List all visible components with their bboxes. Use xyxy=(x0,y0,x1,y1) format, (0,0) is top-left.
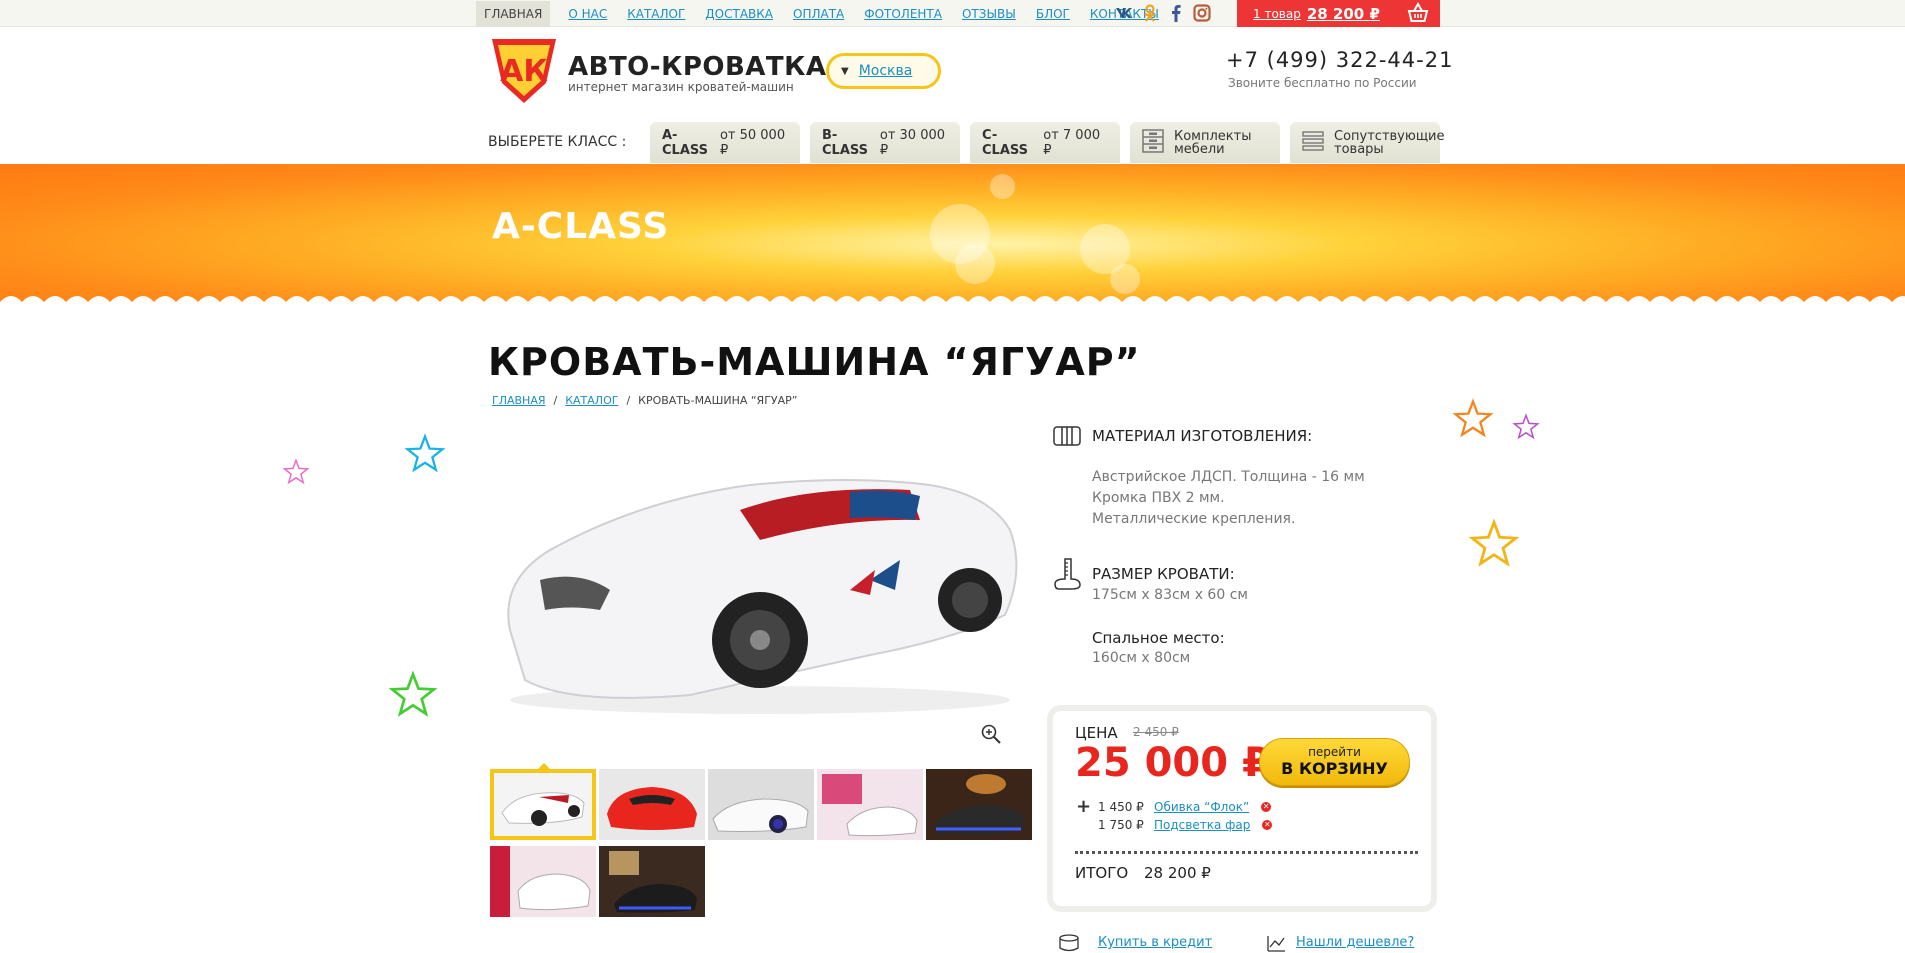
facebook-icon[interactable] xyxy=(1167,4,1185,22)
thumbnail[interactable] xyxy=(926,769,1032,840)
option-link[interactable]: Обивка “Флок” xyxy=(1154,800,1249,814)
star-icon xyxy=(404,433,446,473)
odnoklassniki-icon[interactable] xyxy=(1141,4,1159,22)
option-price: 1 750 ₽ xyxy=(1098,818,1144,832)
class-label: ВЫБЕРЕТЕ КЛАСС : xyxy=(488,134,627,150)
tab-b-class-price: от 30 000 ₽ xyxy=(879,127,946,158)
thumbnail[interactable] xyxy=(490,769,596,840)
star-icon xyxy=(1512,413,1540,440)
option-row: 1 750 ₽ Подсветка фар ✕ xyxy=(1076,818,1273,832)
thumbnail[interactable] xyxy=(599,846,705,917)
cart-summary[interactable]: 1 товар 28 200 ₽ xyxy=(1237,0,1440,27)
sleep-heading: Спальное место: xyxy=(1092,629,1225,647)
nav-item-reviews[interactable]: ОТЗЫВЫ xyxy=(962,7,1016,21)
found-cheaper-link[interactable]: Нашли дешевле? xyxy=(1296,935,1414,950)
star-icon xyxy=(388,670,438,717)
plus-icon: + xyxy=(1076,796,1092,817)
material-line: Кромка ПВХ 2 мм. xyxy=(1092,490,1225,506)
breadcrumb-catalog[interactable]: КАТАЛОГ xyxy=(565,394,618,407)
thumbnail[interactable] xyxy=(490,846,596,917)
breadcrumb: ГЛАВНАЯ / КАТАЛОГ / КРОВАТЬ-МАШИНА “ЯГУА… xyxy=(492,394,798,407)
breadcrumb-home[interactable]: ГЛАВНАЯ xyxy=(492,394,546,407)
remove-icon[interactable]: ✕ xyxy=(1261,801,1272,812)
go-to-cart-button[interactable]: перейти В КОРЗИНУ xyxy=(1259,738,1410,786)
chart-icon xyxy=(1266,934,1286,953)
material-heading: МАТЕРИАЛ ИЗГОТОВЛЕНИЯ: xyxy=(1092,427,1313,445)
tab-a-class[interactable]: A-CLASS от 50 000 ₽ xyxy=(650,122,800,163)
total-value: 28 200 ₽ xyxy=(1144,864,1211,882)
thumbnail[interactable] xyxy=(708,769,814,840)
nav-item-photofeed[interactable]: ФОТОЛЕНТА xyxy=(864,7,942,21)
size-heading: РАЗМЕР КРОВАТИ: xyxy=(1092,565,1235,583)
phone-number[interactable]: +7 (499) 322-44-21 xyxy=(1226,48,1453,72)
option-price: 1 450 ₽ xyxy=(1098,799,1144,814)
brand-name: АВТО-КРОВАТКА xyxy=(568,52,827,82)
basket-icon[interactable] xyxy=(1406,1,1430,28)
product-main-image[interactable] xyxy=(490,440,1030,730)
size-value: 175см х 83см х 60 см xyxy=(1092,587,1248,603)
cart-sum[interactable]: 28 200 ₽ xyxy=(1307,5,1380,23)
tab-b-class[interactable]: B-CLASS от 30 000 ₽ xyxy=(810,122,960,163)
banner-title: A-CLASS xyxy=(492,206,670,247)
cart-button-line2: В КОРЗИНУ xyxy=(1281,759,1388,778)
zoom-icon[interactable] xyxy=(980,723,1002,749)
social-links xyxy=(1115,4,1211,22)
ruler-icon xyxy=(1053,557,1083,595)
cart-button-line1: перейти xyxy=(1308,745,1361,759)
vk-icon[interactable] xyxy=(1115,4,1133,22)
remove-icon[interactable]: ✕ xyxy=(1262,820,1273,830)
product-title: КРОВАТЬ-МАШИНА “ЯГУАР” xyxy=(488,340,1141,384)
instagram-icon[interactable] xyxy=(1193,4,1211,22)
tab-c-class-price: от 7 000 ₽ xyxy=(1043,127,1101,158)
tab-furniture-sets[interactable]: Комплекты мебели xyxy=(1130,122,1280,163)
tab-a-class-name: A-CLASS xyxy=(662,127,709,158)
thumbnail[interactable] xyxy=(599,769,705,840)
site-logo[interactable]: АК xyxy=(488,37,560,109)
option-row: + 1 450 ₽ Обивка “Флок” ✕ xyxy=(1076,796,1272,817)
chevron-down-icon: ▼ xyxy=(841,65,849,77)
phone-note: Звоните бесплатно по России xyxy=(1228,76,1417,90)
coins-icon xyxy=(1058,934,1080,953)
logo-letters: АК xyxy=(500,54,548,89)
tab-c-class-name: C-CLASS xyxy=(982,127,1029,158)
nav-item-about[interactable]: О НАС xyxy=(568,7,607,21)
material-icon xyxy=(1053,425,1081,451)
star-icon xyxy=(282,458,310,485)
star-icon xyxy=(1468,518,1520,567)
star-icon xyxy=(1452,398,1494,438)
city-selector[interactable]: ▼ Москва xyxy=(826,53,941,89)
material-description: Австрийское ЛДСП. Толщина - 16 мм Кромка… xyxy=(1092,467,1365,530)
tab-related-line2: товары xyxy=(1334,141,1384,157)
material-line: Металлические крепления. xyxy=(1092,511,1296,527)
price-main: 25 000 ₽ xyxy=(1075,740,1270,786)
nav-item-blog[interactable]: БЛОГ xyxy=(1036,7,1070,21)
thumbnail[interactable] xyxy=(817,769,923,840)
breadcrumb-current: КРОВАТЬ-МАШИНА “ЯГУАР” xyxy=(638,394,798,407)
nav-item-payment[interactable]: ОПЛАТА xyxy=(793,7,844,21)
tab-furniture-line2: мебели xyxy=(1174,141,1225,157)
divider xyxy=(1075,851,1418,854)
tab-b-class-name: B-CLASS xyxy=(822,127,869,158)
tab-c-class[interactable]: C-CLASS от 7 000 ₽ xyxy=(970,122,1120,163)
price-old: 2 450 ₽ xyxy=(1133,725,1179,739)
banner-wave xyxy=(0,296,1905,314)
list-icon xyxy=(1302,130,1324,156)
city-name[interactable]: Москва xyxy=(859,63,913,79)
nav-item-delivery[interactable]: ДОСТАВКА xyxy=(705,7,773,21)
option-link[interactable]: Подсветка фар xyxy=(1154,818,1250,832)
tab-a-class-price: от 50 000 ₽ xyxy=(719,127,786,158)
sleep-value: 160см х 80см xyxy=(1092,650,1191,666)
cart-count[interactable]: 1 товар xyxy=(1253,7,1301,21)
nav-item-catalog[interactable]: КАТАЛОГ xyxy=(627,7,685,21)
dresser-icon xyxy=(1142,128,1164,157)
nav-item-home[interactable]: ГЛАВНАЯ xyxy=(476,0,551,27)
main-nav: ГЛАВНАЯ О НАС КАТАЛОГ ДОСТАВКА ОПЛАТА ФО… xyxy=(476,0,1179,27)
material-line: Австрийское ЛДСП. Толщина - 16 мм xyxy=(1092,469,1365,485)
brand-tagline: интернет магазин кроватей-машин xyxy=(568,80,794,94)
tab-related-goods[interactable]: Сопутствующие товары xyxy=(1290,122,1445,163)
buy-on-credit-link[interactable]: Купить в кредит xyxy=(1098,935,1212,950)
total-label: ИТОГО xyxy=(1075,864,1129,882)
